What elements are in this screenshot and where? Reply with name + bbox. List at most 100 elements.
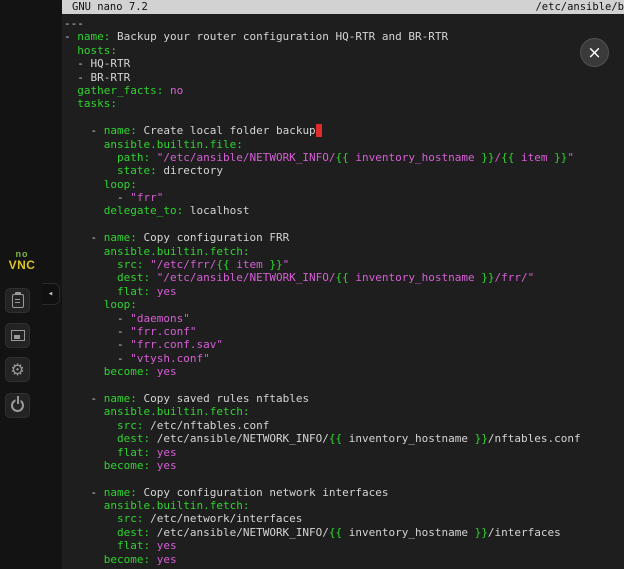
fullscreen-button[interactable] [5, 323, 30, 348]
code-segment: inventory_hostname [349, 151, 481, 164]
code-segment: flat: [117, 539, 150, 552]
code-segment: /nftables.conf [488, 432, 581, 445]
code-segment: "/etc/ansible/NETWORK_INFO/ [157, 271, 336, 284]
code-segment [64, 97, 77, 110]
clipboard-icon [12, 294, 24, 308]
code-segment: }} [269, 258, 282, 271]
code-segment: /etc/ansible/NETWORK_INFO/ [150, 432, 329, 445]
code-segment [64, 204, 104, 217]
code-segment: - [64, 325, 130, 338]
code-segment: directory [157, 164, 223, 177]
code-line: src: "/etc/frr/{{ item }}" [64, 258, 624, 271]
code-segment: Create local folder backup [137, 124, 316, 137]
code-line: ansible.builtin.fetch: [64, 405, 624, 418]
code-segment [64, 419, 117, 432]
code-segment [64, 365, 104, 378]
code-segment: item [514, 151, 554, 164]
code-segment: "frr" [130, 191, 163, 204]
code-line: become: yes [64, 365, 624, 378]
code-segment [64, 258, 117, 271]
code-segment [64, 164, 117, 177]
code-segment [150, 271, 157, 284]
code-segment: /frr/" [495, 271, 535, 284]
code-segment [64, 526, 117, 539]
code-segment: delegate_to: [104, 204, 183, 217]
code-segment: - [64, 231, 104, 244]
code-segment [64, 138, 104, 151]
code-line: - name: Copy saved rules nftables [64, 392, 624, 405]
code-segment [64, 245, 104, 258]
code-segment: {{ [329, 526, 342, 539]
code-segment: - [64, 312, 130, 325]
settings-button[interactable]: ⚙ [5, 357, 30, 382]
code-line [64, 379, 624, 392]
terminal-window: GNU nano 7.2 /etc/ansible/b ---- name: B… [62, 0, 624, 569]
code-line: src: /etc/nftables.conf [64, 419, 624, 432]
code-segment [64, 512, 117, 525]
code-segment: {{ [336, 151, 349, 164]
code-segment: "daemons" [130, 312, 190, 325]
code-segment: {{ [336, 271, 349, 284]
code-line: delegate_to: localhost [64, 204, 624, 217]
code-segment: flat: [117, 285, 150, 298]
code-segment: name: [104, 392, 137, 405]
screen: no VNC ◂ ⚙ GNU nano 7.2 /etc/ansible/b -… [0, 0, 624, 569]
code-line: dest: /etc/ansible/NETWORK_INFO/{{ inven… [64, 432, 624, 445]
code-segment: Copy saved rules nftables [137, 392, 309, 405]
code-segment: flat: [117, 446, 150, 459]
code-segment: src: [117, 512, 144, 525]
nano-titlebar: GNU nano 7.2 /etc/ansible/b [62, 0, 624, 14]
code-line: state: directory [64, 164, 624, 177]
code-segment: }} [475, 526, 488, 539]
code-line: loop: [64, 298, 624, 311]
code-line [64, 218, 624, 231]
code-segment: "frr.conf.sav" [130, 338, 223, 351]
code-segment: src: [117, 419, 144, 432]
power-icon [11, 399, 24, 412]
code-line: loop: [64, 178, 624, 191]
sidebar-collapse-handle[interactable]: ◂ [42, 283, 60, 305]
code-line [64, 472, 624, 485]
code-line: dest: "/etc/ansible/NETWORK_INFO/{{ inve… [64, 271, 624, 284]
code-segment: name: [104, 486, 137, 499]
code-segment [64, 151, 117, 164]
code-segment: tasks: [77, 97, 117, 110]
code-line: flat: yes [64, 446, 624, 459]
power-button[interactable] [5, 393, 30, 418]
code-line: become: yes [64, 459, 624, 472]
code-segment: --- [64, 17, 84, 30]
code-segment: {{ [329, 432, 342, 445]
code-segment [64, 178, 104, 191]
code-line: - "frr.conf" [64, 325, 624, 338]
code-line: --- [64, 17, 624, 30]
clipboard-button[interactable] [5, 288, 30, 313]
code-segment: yes [150, 553, 177, 566]
close-button[interactable]: × [580, 38, 609, 67]
code-segment: /etc/network/interfaces [143, 512, 302, 525]
code-segment: }} [475, 432, 488, 445]
code-segment [64, 446, 117, 459]
novnc-logo-bottom: VNC [3, 259, 41, 272]
code-segment [150, 151, 157, 164]
code-segment: /etc/ansible/NETWORK_INFO/ [150, 526, 329, 539]
code-segment: ansible.builtin.file: [104, 138, 243, 151]
code-line: - "vtysh.conf" [64, 352, 624, 365]
code-segment: dest: [117, 526, 150, 539]
code-segment: name: [104, 124, 137, 137]
code-segment: Backup your router configuration HQ-RTR … [110, 30, 448, 43]
code-segment [64, 285, 117, 298]
code-segment: {{ [501, 151, 514, 164]
code-segment: yes [150, 285, 177, 298]
code-line: - name: Copy configuration FRR [64, 231, 624, 244]
code-line: - "frr" [64, 191, 624, 204]
code-segment: "/etc/frr/ [150, 258, 216, 271]
code-segment: - HQ-RTR [64, 57, 130, 70]
code-segment: yes [150, 446, 177, 459]
gear-icon: ⚙ [10, 362, 24, 378]
code-area[interactable]: ---- name: Backup your router configurat… [62, 14, 624, 566]
code-segment: - [64, 124, 104, 137]
code-segment: name: [104, 231, 137, 244]
code-segment [64, 84, 77, 97]
fullscreen-icon [11, 330, 25, 341]
code-line: - name: Create local folder backup [64, 124, 624, 137]
